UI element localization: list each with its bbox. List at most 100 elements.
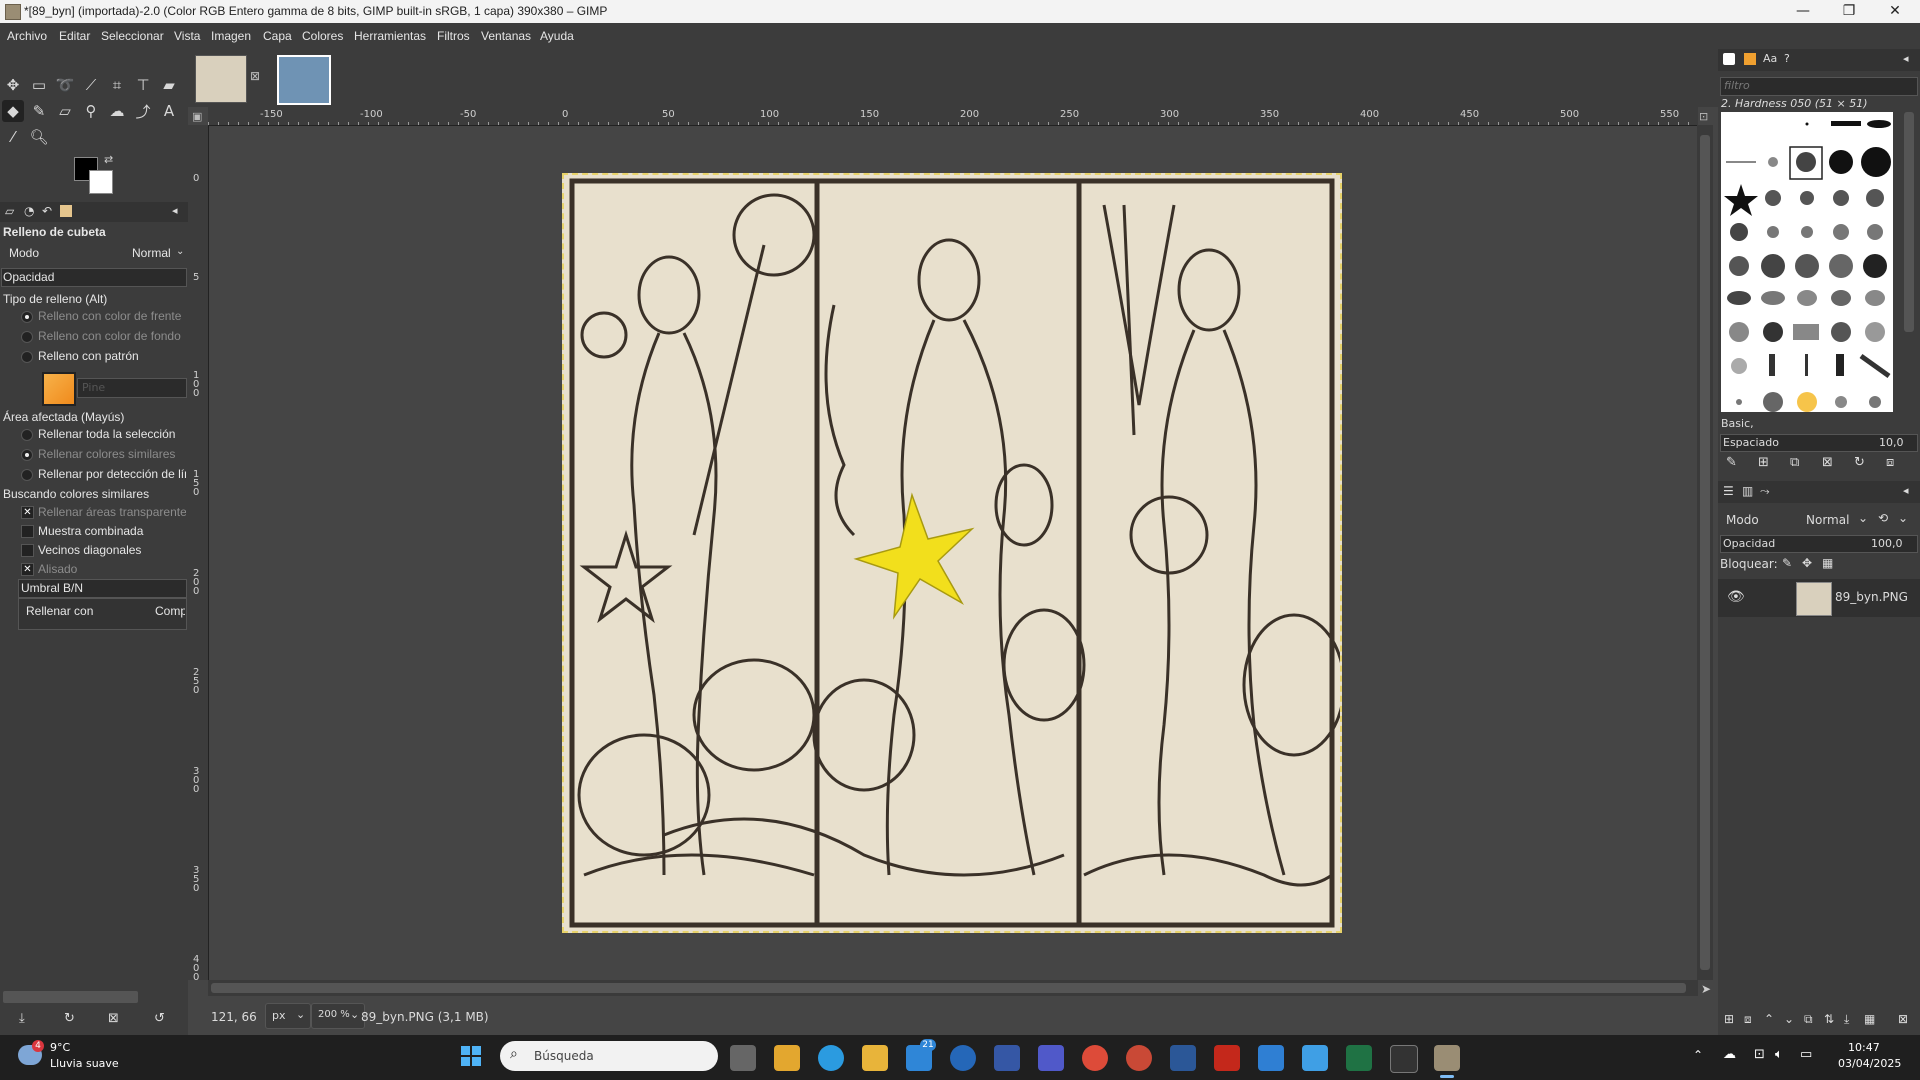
excel-icon[interactable] [1346, 1045, 1372, 1071]
dock-menu-icon[interactable]: ◂ [1903, 484, 1909, 497]
fonts-tab-icon[interactable]: Aa [1763, 52, 1777, 65]
maximize-button[interactable]: ❐ [1826, 0, 1872, 23]
move-tool-icon[interactable]: ✥ [2, 74, 24, 96]
layer-opacity-slider[interactable]: Opacidad 100,0 [1720, 535, 1918, 553]
restore-options-icon[interactable]: ↻ [64, 1011, 75, 1026]
onedrive-icon[interactable]: ☁ [1723, 1047, 1736, 1062]
undo-history-tab-icon[interactable]: ↶ [42, 204, 52, 218]
tray-chevron-icon[interactable]: ⌃ [1693, 1048, 1703, 1062]
network-icon[interactable]: ⊡ [1754, 1047, 1765, 1062]
battery-icon[interactable]: ▭ [1800, 1047, 1812, 1062]
fill-transparent-checkbox[interactable]: ✕ [21, 506, 34, 519]
close-tab-icon[interactable]: ⊠ [250, 69, 260, 83]
lock-pixels-icon[interactable]: ✎ [1782, 556, 1792, 570]
fill-fg-radio[interactable] [21, 311, 33, 323]
image-tab-1[interactable] [195, 55, 247, 103]
notepad-icon[interactable] [1302, 1045, 1328, 1071]
terminal-icon[interactable] [1390, 1045, 1418, 1073]
paintbrush-icon[interactable]: ✎ [28, 100, 50, 122]
close-button[interactable]: ✕ [1872, 0, 1918, 23]
layer-mode-dropdown[interactable]: Normal [1806, 513, 1849, 527]
menu-filtros[interactable]: Filtros [437, 29, 470, 43]
area-line-radio[interactable] [21, 469, 33, 481]
bucket-fill-icon[interactable]: ◆ [2, 100, 24, 122]
gimp-taskbar-icon[interactable] [1434, 1045, 1460, 1071]
fill-pattern-radio[interactable] [21, 351, 33, 363]
anchor-layer-icon[interactable]: ⇅ [1824, 1012, 1834, 1026]
paint-icon[interactable] [1258, 1045, 1284, 1071]
spacing-slider[interactable]: Espaciado 10,0 [1720, 434, 1918, 452]
layer-name[interactable]: 89_byn.PNG [1835, 590, 1908, 604]
lower-layer-icon[interactable]: ⌄ [1784, 1012, 1794, 1026]
clock-time[interactable]: 10:47 [1848, 1041, 1880, 1054]
brush-tag[interactable]: Basic, [1721, 417, 1754, 430]
delete-brush-icon[interactable]: ⊠ [1822, 455, 1833, 470]
transform-icon[interactable]: ⊤ [132, 74, 154, 96]
pattern-name-field[interactable]: Pine [77, 378, 187, 398]
delete-options-icon[interactable]: ⊠ [108, 1011, 119, 1026]
horizontal-scroll-thumb[interactable] [211, 983, 1686, 993]
teams-icon[interactable] [1038, 1045, 1064, 1071]
open-brush-icon[interactable]: ⧈ [1886, 455, 1894, 470]
save-options-icon[interactable]: ⤓ [19, 1011, 25, 1026]
help-tab-icon[interactable]: ? [1784, 52, 1790, 65]
menu-ventanas[interactable]: Ventanas [481, 29, 531, 43]
tool-options-tab-icon[interactable]: ▱ [5, 204, 14, 218]
file-explorer-icon[interactable] [862, 1045, 888, 1071]
device-status-tab-icon[interactable]: ◔ [24, 204, 34, 218]
unit-dropdown[interactable]: px ⌄ [265, 1003, 311, 1029]
swap-colors-icon[interactable]: ⇄ [104, 153, 113, 166]
layers-tab-icon[interactable]: ☰ [1723, 484, 1734, 498]
delete-layer-icon[interactable]: ⊠ [1898, 1012, 1908, 1026]
edge-dev-icon[interactable] [950, 1045, 976, 1071]
outlook-icon[interactable] [994, 1045, 1020, 1071]
images-tab-icon[interactable] [60, 205, 72, 217]
warp-icon[interactable]: ▰ [158, 74, 180, 96]
fuzzy-select-icon[interactable]: ⟋ [80, 74, 102, 96]
paths-tab-icon[interactable]: ⤳ [1760, 484, 1770, 499]
word-icon[interactable] [1170, 1045, 1196, 1071]
dock-menu-icon[interactable]: ◂ [1903, 52, 1909, 65]
new-layer-icon[interactable]: ⊞ [1724, 1012, 1734, 1026]
fill-bg-radio[interactable] [21, 331, 33, 343]
path-icon[interactable]: ⤴ [132, 100, 154, 122]
volume-icon[interactable]: 🔈︎ [1775, 1047, 1783, 1062]
duplicate-layer-icon[interactable]: ⧉ [1804, 1012, 1813, 1027]
chrome-profile-icon[interactable] [1126, 1045, 1152, 1071]
dock-menu-icon[interactable]: ◂ [172, 204, 178, 217]
eraser-icon[interactable]: ▱ [54, 100, 76, 122]
visibility-eye-icon[interactable]: 👁︎ [1727, 589, 1745, 605]
task-view-icon[interactable] [730, 1045, 756, 1071]
pattern-swatch[interactable] [42, 372, 76, 406]
menu-capa[interactable]: Capa [263, 29, 292, 43]
menu-seleccionar[interactable]: Seleccionar [101, 29, 164, 43]
image-tab-2[interactable] [277, 55, 331, 105]
mode-dropdown[interactable]: Normal [132, 246, 171, 260]
brush-grid[interactable] [1721, 112, 1893, 412]
color-picker-icon[interactable]: ⁄ [2, 126, 24, 148]
new-group-icon[interactable]: ⧈ [1744, 1012, 1752, 1027]
search-box[interactable]: ⌕ Búsqueda [500, 1041, 718, 1071]
windows-start-icon[interactable] [461, 1046, 481, 1066]
image-canvas[interactable] [562, 173, 1342, 933]
zoom-follow-icon[interactable]: ⊡ [1699, 110, 1708, 123]
layer-row[interactable]: 👁︎ 89_byn.PNG [1718, 579, 1920, 617]
menu-colores[interactable]: Colores [302, 29, 343, 43]
switch-mode-icon[interactable]: ⟲ [1878, 511, 1888, 525]
clone-icon[interactable]: ⚲ [80, 100, 102, 122]
vertical-scroll-thumb[interactable] [1700, 135, 1710, 970]
quick-mask-icon[interactable]: ▣ [192, 110, 202, 123]
refresh-brushes-icon[interactable]: ↻ [1854, 455, 1865, 470]
menu-vista[interactable]: Vista [174, 29, 200, 43]
vertical-scrollbar[interactable] [1697, 125, 1713, 980]
reset-options-icon[interactable]: ↺ [154, 1011, 165, 1026]
minimize-button[interactable]: — [1780, 0, 1826, 23]
diagonal-checkbox[interactable] [21, 544, 34, 557]
rect-select-icon[interactable]: ▭ [28, 74, 50, 96]
area-similar-radio[interactable] [21, 449, 33, 461]
area-selection-radio[interactable] [21, 429, 33, 441]
menu-imagen[interactable]: Imagen [211, 29, 251, 43]
edge-icon[interactable] [818, 1045, 844, 1071]
lasso-icon[interactable]: ➰ [54, 74, 76, 96]
background-color[interactable] [89, 170, 113, 194]
